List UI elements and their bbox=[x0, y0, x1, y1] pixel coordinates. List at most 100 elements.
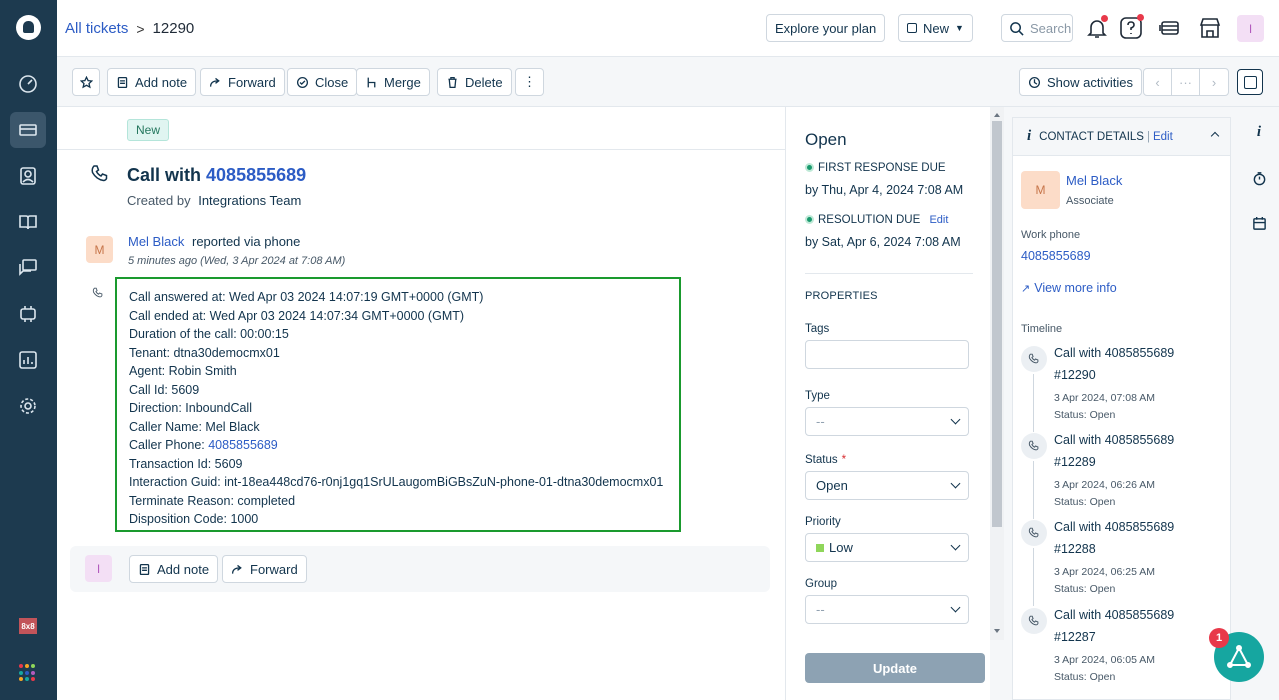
reporter-avatar: M bbox=[86, 236, 113, 263]
sla-dot-icon bbox=[805, 163, 814, 172]
type-select[interactable]: -- bbox=[805, 407, 969, 436]
chevron-up-icon[interactable] bbox=[1210, 131, 1220, 141]
timeline-label: Timeline bbox=[1021, 323, 1063, 335]
forward-icon bbox=[231, 564, 242, 574]
apps-grid-icon[interactable] bbox=[19, 664, 37, 682]
close-label: Close bbox=[315, 74, 349, 90]
star-icon bbox=[79, 75, 93, 88]
group-select[interactable]: -- bbox=[805, 595, 969, 624]
calendar-icon[interactable] bbox=[1250, 214, 1268, 232]
info-icon[interactable]: i bbox=[1250, 123, 1268, 141]
pager-more[interactable]: ··· bbox=[1172, 69, 1200, 95]
timeline-connector bbox=[1033, 374, 1034, 432]
work-phone-link[interactable]: 4085855689 bbox=[1021, 249, 1091, 263]
group-label: Group bbox=[805, 578, 837, 590]
chevron-down-icon: ▼ bbox=[955, 23, 964, 33]
tickets-icon[interactable] bbox=[10, 112, 46, 148]
call-detail-line: Direction: InboundCall bbox=[129, 401, 252, 415]
scrollbar-thumb[interactable] bbox=[992, 121, 1002, 527]
marketplace-store-icon[interactable] bbox=[1198, 16, 1222, 40]
phone-icon bbox=[1021, 433, 1047, 459]
created-by-value: Integrations Team bbox=[198, 193, 302, 208]
top-header: All tickets > 12290 Explore your plan Ne… bbox=[57, 0, 1279, 57]
breadcrumb-all-tickets-link[interactable]: All tickets bbox=[65, 20, 128, 37]
update-button[interactable]: Update bbox=[805, 653, 985, 683]
properties-scrollbar[interactable] bbox=[990, 107, 1004, 640]
merge-button[interactable]: Merge bbox=[356, 68, 430, 96]
tags-label: Tags bbox=[805, 323, 830, 335]
help-icon[interactable] bbox=[1119, 14, 1144, 40]
dashboard-icon[interactable] bbox=[10, 66, 46, 102]
priority-label: Priority bbox=[805, 516, 841, 528]
scroll-up-arrow-icon[interactable] bbox=[994, 113, 1000, 117]
reply-bar: I Add note Forward bbox=[70, 546, 770, 592]
conversations-icon[interactable] bbox=[10, 250, 46, 286]
more-actions-button[interactable]: ⋮ bbox=[515, 68, 544, 96]
subject-prefix: Call with bbox=[127, 165, 202, 185]
contact-name-link[interactable]: Mel Black bbox=[1066, 173, 1122, 188]
contact-edit-link[interactable]: Edit bbox=[1153, 131, 1173, 143]
freshdesk-logo-icon[interactable] bbox=[16, 15, 41, 40]
contacts-icon[interactable] bbox=[10, 158, 46, 194]
reply-forward-button[interactable]: Forward bbox=[222, 555, 307, 583]
explore-plan-button[interactable]: Explore your plan bbox=[766, 14, 886, 42]
reply-add-note-button[interactable]: Add note bbox=[129, 555, 219, 583]
header-separator: | bbox=[1146, 130, 1150, 143]
reporter-name-link[interactable]: Mel Black bbox=[128, 234, 184, 249]
reports-icon[interactable] bbox=[10, 342, 46, 378]
priority-select[interactable]: Low bbox=[805, 533, 969, 562]
contact-details-panel: i CONTACT DETAILS | Edit M Mel Black Ass… bbox=[1012, 117, 1231, 700]
user-avatar[interactable]: I bbox=[1237, 15, 1264, 42]
add-note-button[interactable]: Add note bbox=[107, 68, 197, 96]
caller-phone-label: Caller Phone: bbox=[129, 438, 205, 452]
forward-label: Forward bbox=[228, 74, 276, 90]
settings-gear-icon[interactable] bbox=[10, 388, 46, 424]
phone-icon bbox=[1021, 520, 1047, 546]
forward-button[interactable]: Forward bbox=[200, 68, 285, 96]
timeline-title-text: Call with 4085855689 bbox=[1054, 433, 1175, 447]
close-ticket-button[interactable]: Close bbox=[287, 68, 358, 96]
new-dropdown-button[interactable]: New ▼ bbox=[898, 14, 973, 42]
subject-phone-number[interactable]: 4085855689 bbox=[206, 165, 306, 185]
caller-phone-link[interactable]: 4085855689 bbox=[208, 438, 278, 452]
properties-heading: PROPERTIES bbox=[805, 290, 878, 302]
tags-input[interactable] bbox=[805, 340, 969, 369]
info-icon: i bbox=[1027, 128, 1032, 144]
timer-icon[interactable] bbox=[1250, 169, 1268, 187]
external-link-icon: ↗ bbox=[1021, 283, 1031, 295]
status-label-text: Status bbox=[805, 454, 838, 466]
status-select[interactable]: Open bbox=[805, 471, 969, 500]
notification-dot bbox=[1101, 15, 1108, 22]
assistant-triangle-icon bbox=[1227, 645, 1251, 668]
note-icon bbox=[139, 563, 150, 575]
freddy-icon[interactable] bbox=[10, 296, 46, 332]
show-activities-button[interactable]: Show activities bbox=[1019, 68, 1142, 96]
search-input[interactable]: Search bbox=[1001, 14, 1073, 42]
resolution-value: by Sat, Apr 6, 2024 7:08 AM bbox=[805, 235, 961, 249]
phone-channel-icon[interactable] bbox=[1158, 16, 1182, 40]
resolution-label: RESOLUTION DUE bbox=[818, 214, 921, 226]
created-by-label: Created by bbox=[127, 193, 191, 208]
timeline-status: Status: Open bbox=[1054, 671, 1116, 683]
timeline-title-text: Call with 4085855689 bbox=[1054, 520, 1175, 534]
call-detail-line: Call Id: 5609 bbox=[129, 382, 200, 397]
knowledge-base-icon[interactable] bbox=[10, 204, 46, 240]
previous-ticket-button[interactable]: ‹ bbox=[1144, 69, 1172, 95]
history-icon bbox=[1028, 76, 1041, 88]
toggle-sidebar-panel-icon[interactable] bbox=[1237, 69, 1263, 95]
priority-low-square-icon bbox=[816, 543, 824, 552]
view-more-info-link[interactable]: ↗ View more info bbox=[1021, 281, 1117, 295]
reply-add-note-label: Add note bbox=[157, 561, 210, 577]
contact-details-header[interactable]: i CONTACT DETAILS | Edit bbox=[1013, 118, 1230, 156]
scroll-down-arrow-icon[interactable] bbox=[994, 629, 1000, 633]
resolution-due: RESOLUTION DUE Edit bbox=[805, 214, 948, 226]
chevron-down-icon bbox=[950, 602, 961, 613]
notifications-bell-icon[interactable] bbox=[1085, 15, 1109, 40]
resolution-edit-link[interactable]: Edit bbox=[929, 214, 948, 226]
fab-notification-badge: 1 bbox=[1209, 628, 1229, 648]
star-button[interactable] bbox=[72, 68, 100, 96]
type-label: Type bbox=[805, 390, 830, 402]
next-ticket-button[interactable]: › bbox=[1200, 69, 1228, 95]
8x8-app-icon[interactable]: 8x8 bbox=[19, 618, 37, 634]
delete-button[interactable]: Delete bbox=[437, 68, 512, 96]
